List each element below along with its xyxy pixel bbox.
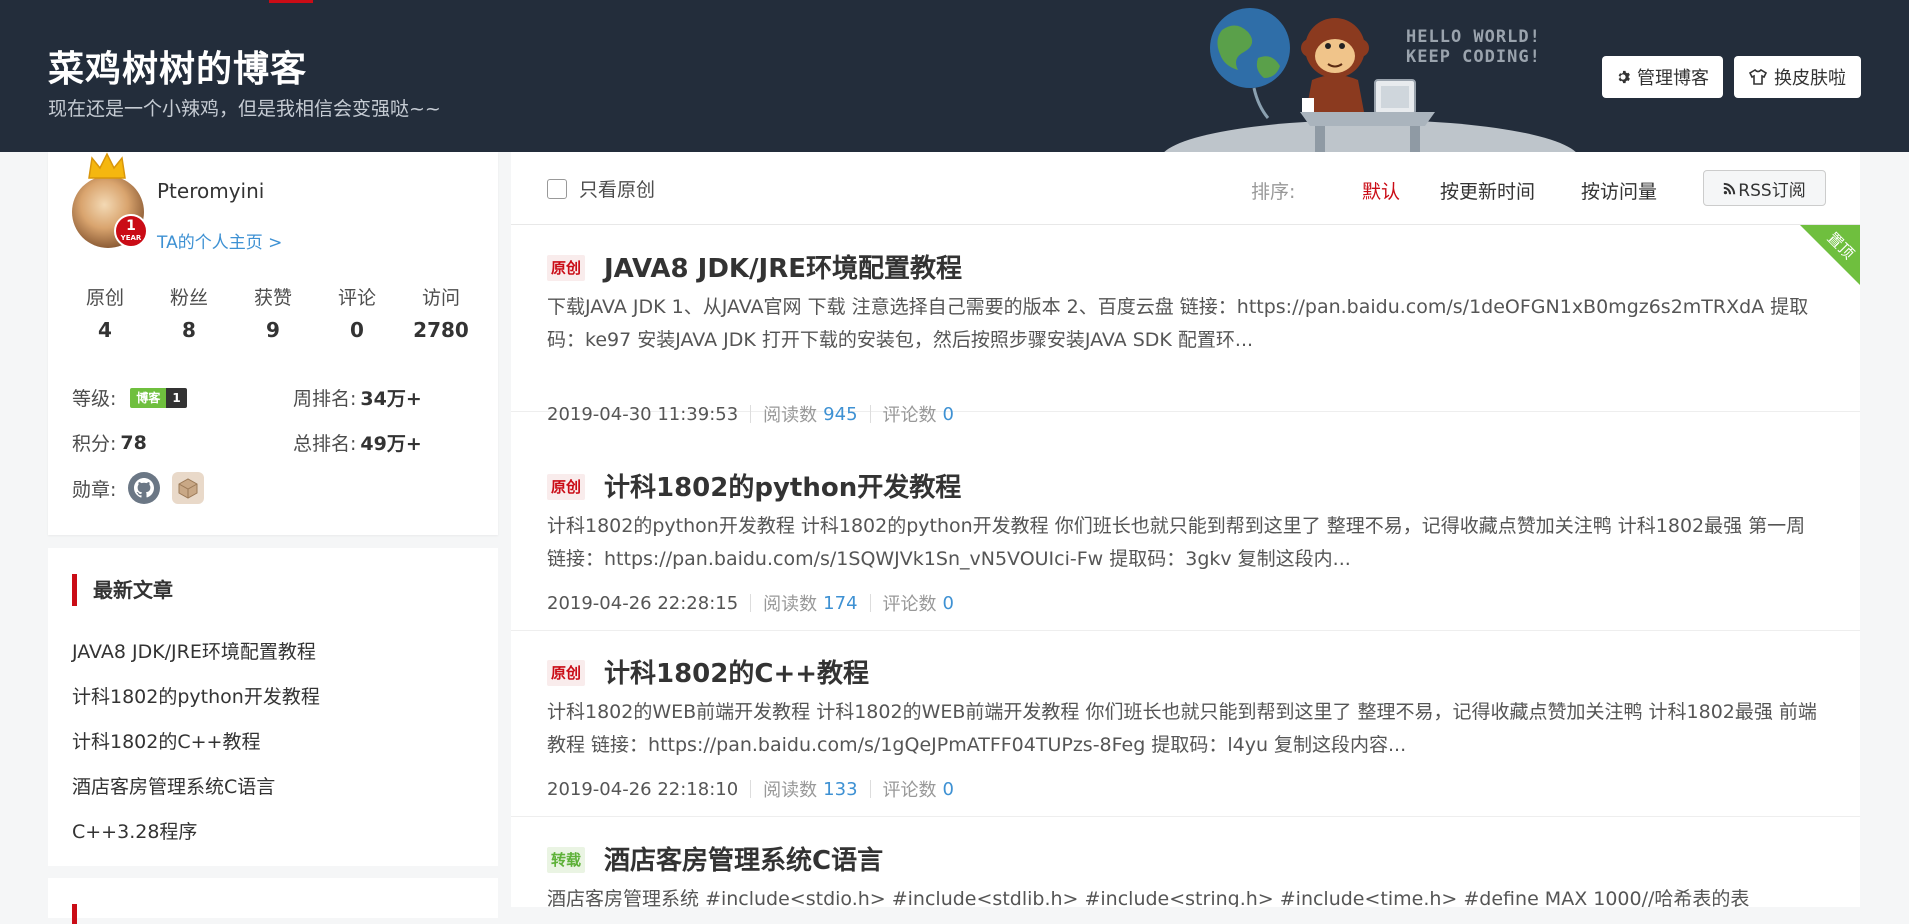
read-count: 133 — [823, 778, 858, 800]
profile-stats: 原创 4 粉丝 8 获赞 9 评论 0 访问 2780 — [48, 283, 498, 342]
article-item: 原创 计科1802的python开发教程 计科1802的python开发教程 计… — [511, 444, 1860, 631]
change-skin-label: 换皮肤啦 — [1774, 68, 1846, 89]
total-rank-label: 总排名: — [293, 433, 357, 455]
only-original-checkbox[interactable] — [547, 178, 567, 199]
manage-blog-button[interactable]: 管理博客 — [1602, 56, 1723, 98]
comment-count-label: 评论数 — [882, 780, 937, 801]
article-item: 原创 计科1802的C++教程 计科1802的WEB前端开发教程 计科1802的… — [511, 630, 1860, 817]
recent-articles-title: 最新文章 — [72, 574, 173, 606]
level-row: 等级: 博客 1 — [72, 384, 187, 411]
avatar-wrap[interactable]: 1 YEAR — [72, 152, 148, 248]
sort-default-option[interactable]: 默认 — [1362, 177, 1400, 204]
rss-subscribe-button[interactable]: RSS订阅 — [1703, 170, 1826, 206]
weekly-rank-row: 周排名: 34万+ — [293, 384, 422, 411]
rss-icon — [1723, 182, 1736, 195]
medals-label: 勋章: — [72, 478, 117, 501]
article-title[interactable]: 计科1802的python开发教程 — [604, 467, 961, 504]
medals-row: 勋章: — [72, 472, 205, 504]
comment-count: 0 — [942, 592, 954, 614]
stat-original[interactable]: 原创 4 — [63, 283, 147, 342]
article-date: 2019-04-30 11:39:53 — [547, 403, 739, 425]
stat-visits: 访问 2780 — [413, 287, 469, 342]
read-count: 945 — [823, 403, 858, 425]
original-tag: 原创 — [547, 660, 586, 686]
article-summary[interactable]: 酒店客房管理系统 #include<stdio.h> #include<stdl… — [547, 883, 1827, 907]
github-medal-icon[interactable] — [128, 472, 161, 504]
article-date: 2019-04-26 22:28:15 — [547, 592, 739, 614]
article-item: 原创 JAVA8 JDK/JRE环境配置教程 下载JAVA JDK 1、从JAV… — [511, 225, 1860, 426]
stat-likes: 获赞 9 — [253, 287, 292, 342]
next-sidebar-card — [48, 878, 498, 924]
article-meta: 2019-04-30 11:39:53 阅读数 945 评论数 0 — [547, 401, 954, 427]
points-label: 积分: — [72, 433, 117, 455]
original-tag: 原创 — [547, 474, 586, 500]
article-list-panel: 只看原创 排序: 默认 按更新时间 按访问量 RSS订阅 置顶 原创 JAVA8… — [511, 152, 1860, 907]
manage-blog-label: 管理博客 — [1637, 68, 1709, 89]
stat-fans[interactable]: 粉丝 8 — [147, 283, 231, 342]
sort-by-update-option[interactable]: 按更新时间 — [1440, 177, 1535, 204]
header-accent-bar — [269, 0, 313, 3]
package-medal-icon[interactable] — [172, 472, 205, 504]
comment-count-label: 评论数 — [882, 594, 937, 615]
shirt-icon — [1749, 69, 1767, 85]
read-count-label: 阅读数 — [763, 405, 818, 426]
level-label: 等级: — [72, 388, 117, 410]
article-title[interactable]: JAVA8 JDK/JRE环境配置教程 — [604, 248, 962, 285]
change-skin-button[interactable]: 换皮肤啦 — [1734, 56, 1861, 98]
article-date: 2019-04-26 22:18:10 — [547, 778, 739, 800]
crown-icon — [88, 152, 126, 179]
article-title[interactable]: 计科1802的C++教程 — [604, 653, 869, 690]
read-count-label: 阅读数 — [763, 780, 818, 801]
profile-card: 1 YEAR Pteromyini TA的个人主页 > 原创 4 粉丝 8 获赞… — [48, 152, 498, 535]
level-badge[interactable]: 博客 1 — [130, 387, 187, 408]
blog-header: 菜鸡树树的博客 现在还是一个小辣鸡，但是我相信会变强哒~~ HELLO WORL… — [0, 0, 1909, 152]
comment-count: 0 — [942, 778, 954, 800]
recent-article-item[interactable]: C++3.28程序 — [72, 810, 320, 855]
recent-article-item[interactable]: 计科1802的C++教程 — [72, 720, 320, 765]
recent-article-item[interactable]: 酒店客房管理系统C语言 — [72, 765, 320, 810]
filter-bar: 只看原创 排序: 默认 按更新时间 按访问量 RSS订阅 — [511, 152, 1860, 225]
comment-count-label: 评论数 — [882, 405, 937, 426]
only-original-toggle[interactable]: 只看原创 — [547, 175, 655, 202]
original-tag: 原创 — [547, 255, 586, 281]
year-badge: 1 YEAR — [114, 214, 148, 248]
weekly-rank-value: 34万+ — [360, 388, 422, 410]
article-meta: 2019-04-26 22:28:15 阅读数 174 评论数 0 — [547, 590, 954, 616]
article-summary[interactable]: 下载JAVA JDK 1、从JAVA官网 下载 注意选择自己需要的版本 2、百度… — [547, 291, 1827, 357]
only-original-label: 只看原创 — [579, 179, 656, 201]
stat-comments: 评论 0 — [337, 287, 376, 342]
points-row: 积分: 78 — [72, 429, 147, 456]
points-value: 78 — [120, 431, 147, 454]
article-item: 转载 酒店客房管理系统C语言 酒店客房管理系统 #include<stdio.h… — [511, 817, 1860, 907]
article-title[interactable]: 酒店客房管理系统C语言 — [604, 840, 883, 877]
article-summary[interactable]: 计科1802的WEB前端开发教程 计科1802的WEB前端开发教程 你们班长也就… — [547, 696, 1827, 762]
blog-title[interactable]: 菜鸡树树的博客 — [48, 40, 307, 92]
gear-icon — [1616, 70, 1630, 84]
article-summary[interactable]: 计科1802的python开发教程 计科1802的python开发教程 你们班长… — [547, 510, 1827, 576]
article-meta: 2019-04-26 22:18:10 阅读数 133 评论数 0 — [547, 776, 954, 802]
comment-count: 0 — [942, 403, 954, 425]
sort-label: 排序: — [1251, 181, 1296, 203]
total-rank-row: 总排名: 49万+ — [293, 429, 422, 456]
monkey-coding-illustration — [1164, 8, 1576, 152]
hello-world-text: HELLO WORLD! KEEP CODING! — [1406, 27, 1541, 67]
total-rank-value: 49万+ — [360, 433, 422, 455]
repost-tag: 转载 — [547, 847, 586, 873]
homepage-link[interactable]: TA的个人主页 > — [157, 228, 282, 253]
read-count-label: 阅读数 — [763, 594, 818, 615]
recent-articles-card: 最新文章 JAVA8 JDK/JRE环境配置教程 计科1802的python开发… — [48, 548, 498, 866]
read-count: 174 — [823, 592, 858, 614]
section-accent-bar — [72, 904, 77, 924]
recent-article-item[interactable]: 计科1802的python开发教程 — [72, 675, 320, 720]
username[interactable]: Pteromyini — [157, 179, 264, 203]
blog-subtitle: 现在还是一个小辣鸡，但是我相信会变强哒~~ — [48, 98, 441, 120]
recent-article-item[interactable]: JAVA8 JDK/JRE环境配置教程 — [72, 630, 320, 675]
recent-articles-list: JAVA8 JDK/JRE环境配置教程 计科1802的python开发教程 计科… — [72, 630, 320, 855]
rss-label: RSS订阅 — [1738, 180, 1806, 201]
sort-by-visits-option[interactable]: 按访问量 — [1581, 177, 1657, 204]
weekly-rank-label: 周排名: — [293, 388, 357, 410]
